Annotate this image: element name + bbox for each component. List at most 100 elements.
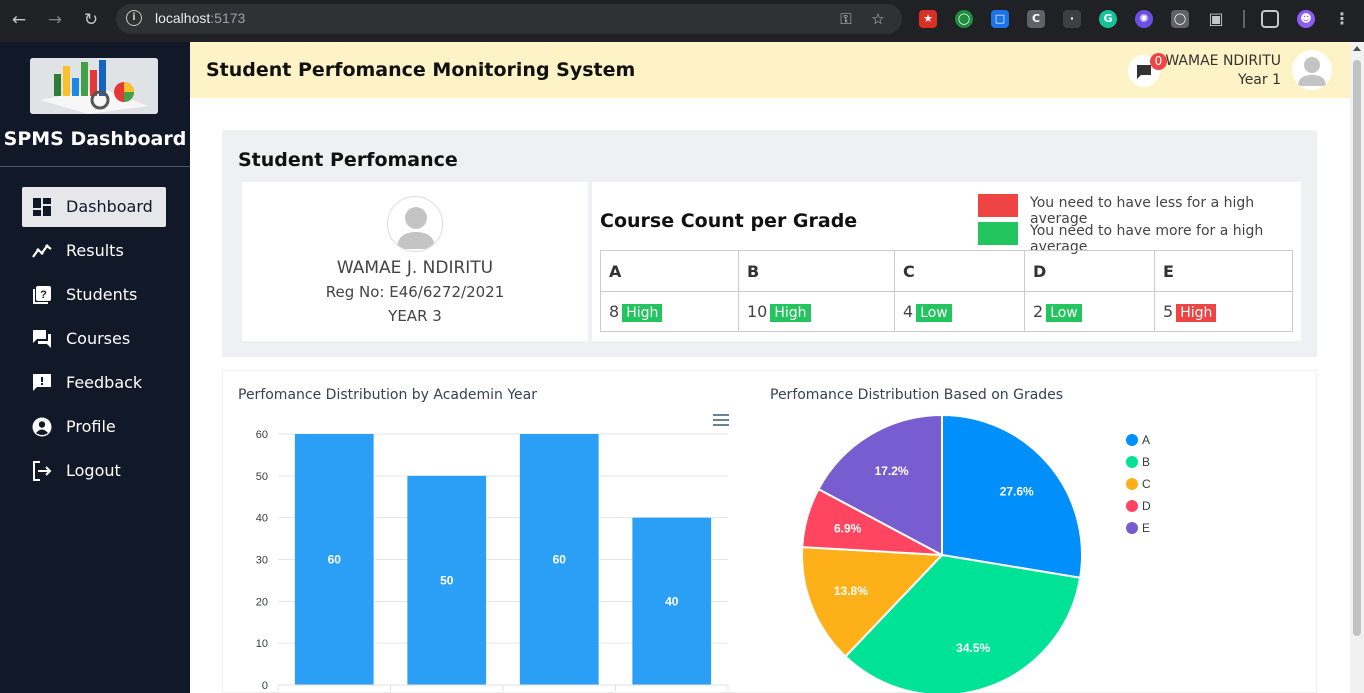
scroll-up-arrow-icon[interactable] bbox=[1353, 46, 1361, 51]
grade-cell-e: 5 High bbox=[1154, 291, 1293, 332]
more-menu-icon[interactable]: ⋮ bbox=[1333, 10, 1351, 28]
grammarly-icon[interactable]: G bbox=[1099, 10, 1117, 28]
grade-header-b: B bbox=[738, 250, 895, 292]
grade-count-card: Course Count per Grade You need to have … bbox=[592, 182, 1301, 341]
legend-label: C bbox=[1142, 477, 1151, 491]
sidebar-item-feedback[interactable]: Feedback bbox=[22, 363, 166, 403]
grade-header-d: D bbox=[1024, 250, 1155, 292]
sidebar-item-label: Results bbox=[66, 241, 124, 260]
app-logo bbox=[30, 58, 158, 114]
grade-header-c: C bbox=[894, 250, 1025, 292]
legend-label: E bbox=[1142, 521, 1151, 535]
status-badge: High bbox=[770, 303, 811, 322]
back-arrow-icon[interactable]: ← bbox=[8, 9, 30, 31]
sidebar-item-profile[interactable]: Profile bbox=[22, 407, 166, 447]
feedback-icon bbox=[33, 374, 51, 391]
grade-count: 10 bbox=[747, 301, 768, 321]
bar-data-label: 40 bbox=[665, 594, 679, 608]
avatar[interactable] bbox=[1292, 50, 1332, 90]
y-tick-label: 50 bbox=[256, 471, 268, 483]
side-panel-icon[interactable] bbox=[1261, 10, 1279, 28]
legend-green-swatch bbox=[978, 222, 1018, 245]
grade-count: 2 bbox=[1033, 301, 1044, 321]
status-badge: Low bbox=[1046, 303, 1082, 322]
grade-count-row: 8 High 10 High 4 Low 2 Low 5 High bbox=[600, 291, 1293, 332]
status-badge: High bbox=[1176, 303, 1217, 322]
bar-data-label: 50 bbox=[440, 573, 454, 587]
extension-c-icon[interactable]: C bbox=[1027, 10, 1045, 28]
pie-legend-item[interactable]: E bbox=[1126, 521, 1150, 537]
legend-label: D bbox=[1142, 499, 1151, 513]
sidebar-item-students[interactable]: ? Students bbox=[22, 275, 166, 315]
extension-green-circle-icon[interactable]: ◯ bbox=[955, 10, 973, 28]
grade-count: 4 bbox=[903, 301, 914, 321]
y-tick-label: 30 bbox=[256, 555, 268, 567]
sidebar-item-logout[interactable]: Logout bbox=[22, 451, 166, 491]
sidebar: SPMS Dashboard Dashboard Results ? Stude… bbox=[0, 42, 190, 693]
sidebar-item-label: Feedback bbox=[66, 373, 143, 392]
pie-chart: 27.6% 34.5% 13.8% 6.9% 17.2% bbox=[801, 413, 1083, 693]
sidebar-item-label: Students bbox=[66, 285, 138, 304]
student-avatar-icon bbox=[397, 207, 435, 249]
student-help-icon: ? bbox=[33, 286, 51, 304]
sidebar-item-courses[interactable]: Courses bbox=[22, 319, 166, 359]
legend-label: A bbox=[1142, 433, 1151, 447]
scroll-thumb[interactable] bbox=[1353, 60, 1361, 636]
grade-header-a: A bbox=[600, 250, 739, 292]
student-avatar bbox=[387, 196, 443, 252]
sidebar-item-label: Profile bbox=[66, 417, 116, 436]
user-circle-icon bbox=[32, 417, 52, 437]
y-tick-label: 40 bbox=[256, 513, 268, 525]
grade-header-e: E bbox=[1154, 250, 1293, 292]
legend-label: B bbox=[1142, 455, 1151, 469]
forward-arrow-icon[interactable]: → bbox=[44, 9, 66, 31]
page-scrollbar[interactable] bbox=[1350, 42, 1364, 693]
key-icon[interactable]: ⚿ bbox=[836, 9, 856, 29]
reload-icon[interactable]: ↻ bbox=[80, 9, 102, 31]
pie-legend-item[interactable]: A bbox=[1126, 433, 1150, 449]
brand-title: SPMS Dashboard bbox=[3, 128, 187, 150]
student-reg-no: Reg No: E46/6272/2021 bbox=[325, 283, 505, 301]
grade-header-row: A B C D E bbox=[600, 250, 1293, 292]
student-card: WAMAE J. NDIRITU Reg No: E46/6272/2021 Y… bbox=[242, 182, 588, 341]
pie-data-label: 17.2% bbox=[875, 464, 909, 478]
pie-data-label: 34.5% bbox=[956, 641, 990, 655]
chat-icon bbox=[33, 330, 51, 348]
bookmark-star-icon[interactable]: ☆ bbox=[868, 9, 888, 29]
address-bar[interactable]: i localhost:5173 ⚿ ☆ bbox=[116, 4, 902, 34]
pie-data-label: 6.9% bbox=[834, 522, 862, 536]
status-badge: Low bbox=[916, 303, 952, 322]
dashboard-icon bbox=[33, 198, 51, 216]
top-header: Student Perfomance Monitoring System 0 W… bbox=[190, 42, 1350, 98]
sidebar-item-results[interactable]: Results bbox=[22, 231, 166, 271]
extension-gear-icon[interactable]: ✺ bbox=[1135, 10, 1153, 28]
pie-legend-item[interactable]: C bbox=[1126, 477, 1151, 493]
legend-marker bbox=[1126, 478, 1138, 490]
bar-chart-title: Perfomance Distribution by Academin Year bbox=[238, 387, 538, 403]
sidebar-item-dashboard[interactable]: Dashboard bbox=[22, 187, 166, 227]
status-badge: High bbox=[622, 303, 663, 322]
bar-chart: 0 10 20 30 40 50 60 60 50 60 40 bbox=[256, 429, 729, 692]
address-url[interactable]: localhost:5173 bbox=[155, 10, 245, 26]
shield-extension-icon[interactable]: ◯ bbox=[1171, 10, 1189, 28]
bar-data-label: 60 bbox=[553, 553, 567, 567]
svg-text:?: ? bbox=[40, 289, 47, 301]
site-info-icon[interactable]: i bbox=[126, 10, 142, 26]
extension-doc-icon[interactable]: □ bbox=[991, 10, 1009, 28]
extension-broadcast-icon[interactable]: · bbox=[1063, 10, 1081, 28]
bar-data-label: 60 bbox=[328, 553, 342, 567]
y-tick-label: 10 bbox=[256, 638, 268, 650]
extension-red-icon[interactable]: ★ bbox=[919, 10, 937, 28]
pie-legend-item[interactable]: B bbox=[1126, 455, 1150, 471]
pie-legend-item[interactable]: D bbox=[1126, 499, 1151, 515]
user-avatar-icon bbox=[1298, 57, 1326, 86]
sidebar-divider bbox=[0, 166, 190, 167]
extensions-puzzle-icon[interactable]: ▣ bbox=[1207, 10, 1225, 28]
y-tick-label: 20 bbox=[256, 596, 268, 608]
grade-cell-d: 2 Low bbox=[1024, 291, 1155, 332]
legend-marker bbox=[1126, 522, 1138, 534]
grade-count: 5 bbox=[1163, 301, 1174, 321]
profile-avatar-icon[interactable]: ☻ bbox=[1297, 10, 1315, 28]
pie-legend: ABCDE bbox=[1126, 433, 1186, 543]
y-tick-label: 60 bbox=[256, 429, 268, 441]
